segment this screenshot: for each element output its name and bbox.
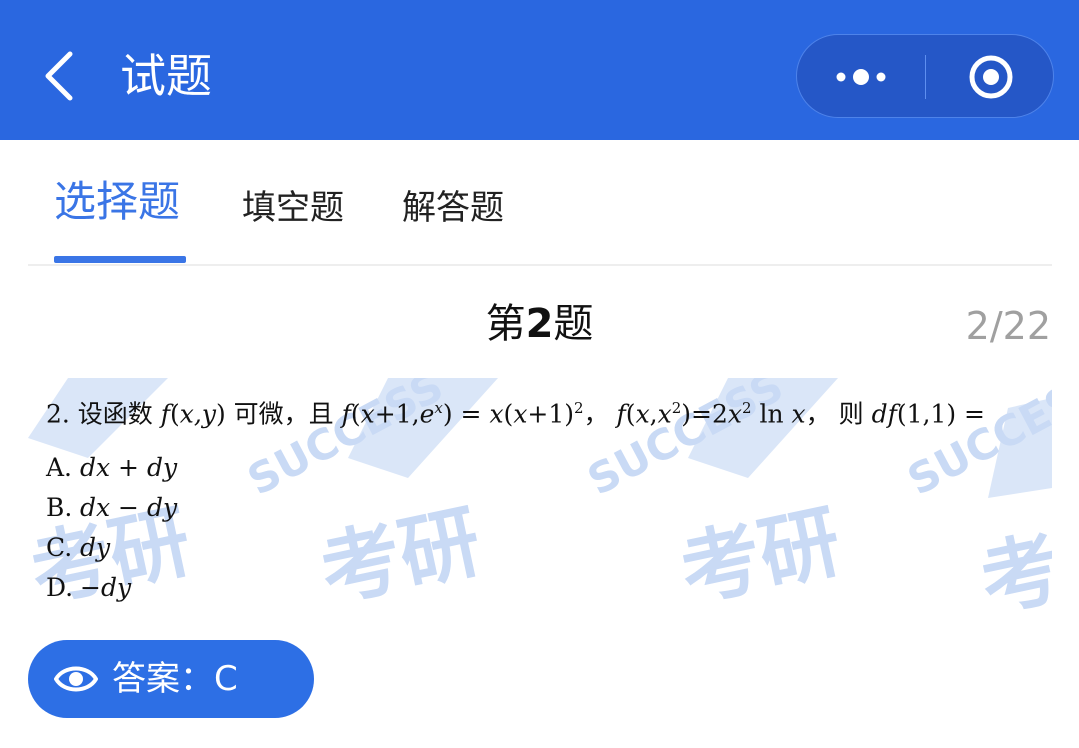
svg-text:考研: 考研 (673, 494, 849, 612)
question-stem: 2. 设函数 f(x,y) 可微，且 f(x+1,ex) = x(x+1)2， … (46, 399, 985, 429)
tab-multiple-choice[interactable]: 选择题 (54, 172, 180, 232)
target-icon[interactable] (967, 53, 1015, 101)
more-dots-icon[interactable] (831, 61, 891, 93)
svg-text:考研: 考研 (313, 494, 489, 612)
svg-text:考研: 考研 (973, 504, 1052, 612)
option-d[interactable]: D. −dy (46, 570, 131, 606)
chevron-left-icon[interactable] (40, 50, 80, 102)
nav-header: 试题 (0, 0, 1079, 140)
question-title: 第2题 (485, 301, 594, 347)
page-title: 试题 (120, 49, 212, 103)
mini-program-capsule (796, 34, 1054, 118)
answer-label: 答案：C (112, 659, 238, 699)
question-type-tabs: 选择题 填空题 解答题 (28, 140, 1052, 266)
active-tab-indicator (54, 256, 186, 263)
tab-fill-in-blank[interactable]: 填空题 (242, 178, 344, 238)
tab-free-response[interactable]: 解答题 (402, 178, 504, 238)
eye-icon (54, 666, 98, 692)
option-b[interactable]: B. dx − dy (46, 490, 177, 526)
option-c[interactable]: C. dy (46, 530, 110, 566)
capsule-divider (925, 55, 926, 99)
show-answer-button[interactable]: 答案：C (28, 640, 314, 718)
question-counter: 2/22 (965, 304, 1051, 348)
question-image: SUCCESS SUCCESS SUCCESS 考研 考研 考研 考研 2. 设… (28, 378, 1052, 612)
option-a[interactable]: A. dx + dy (46, 450, 177, 486)
